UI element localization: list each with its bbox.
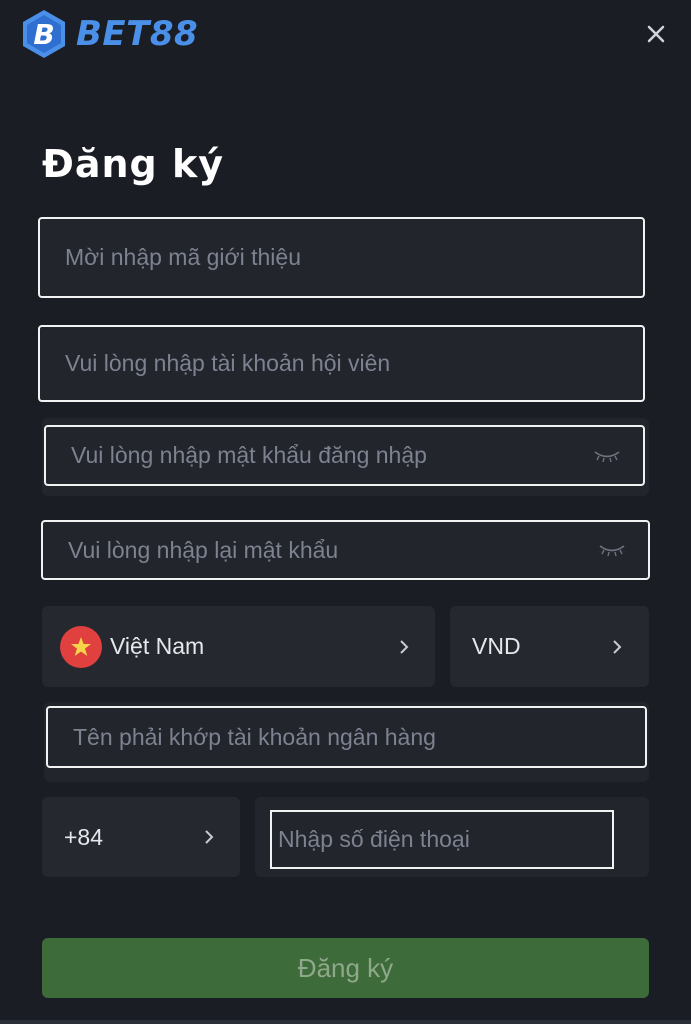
phone-code-select[interactable]: +84 xyxy=(42,797,240,877)
phone-field xyxy=(270,810,614,869)
eye-closed-icon[interactable] xyxy=(598,543,626,557)
country-label: Việt Nam xyxy=(110,633,205,659)
referral-input[interactable] xyxy=(40,219,643,296)
referral-field xyxy=(38,217,645,298)
register-page: B BET88 Đăng ký Mời nhập mã giới thiệu V… xyxy=(0,0,691,1024)
brand-name: BET88 xyxy=(76,14,199,54)
password-input[interactable] xyxy=(46,427,643,484)
phone-input[interactable] xyxy=(272,812,612,867)
bet88-logo-icon: B xyxy=(23,10,65,58)
chevron-right-icon xyxy=(613,639,622,654)
confirm-password-field xyxy=(41,520,650,580)
eye-closed-icon[interactable] xyxy=(593,449,621,463)
logo: B BET88 xyxy=(20,8,198,60)
chevron-right-icon xyxy=(400,639,409,654)
account-input[interactable] xyxy=(40,327,643,400)
header: B BET88 xyxy=(0,0,691,70)
account-field xyxy=(38,325,645,402)
close-button[interactable] xyxy=(640,18,672,50)
password-field xyxy=(44,425,645,486)
bank-name-input[interactable] xyxy=(48,708,645,766)
divider xyxy=(0,1020,691,1024)
currency-select[interactable]: VND xyxy=(450,606,649,687)
vietnam-flag-icon xyxy=(60,625,102,668)
country-select[interactable]: Việt Nam xyxy=(42,606,435,687)
confirm-password-input[interactable] xyxy=(43,522,648,578)
svg-text:B: B xyxy=(33,18,54,51)
phone-code-label: +84 xyxy=(64,823,104,850)
currency-label: VND xyxy=(472,633,521,659)
close-icon xyxy=(647,25,665,43)
bank-name-field xyxy=(46,706,647,768)
page-title: Đăng ký xyxy=(42,142,225,186)
register-button[interactable]: Đăng ký xyxy=(42,938,649,998)
chevron-right-icon xyxy=(205,830,214,844)
